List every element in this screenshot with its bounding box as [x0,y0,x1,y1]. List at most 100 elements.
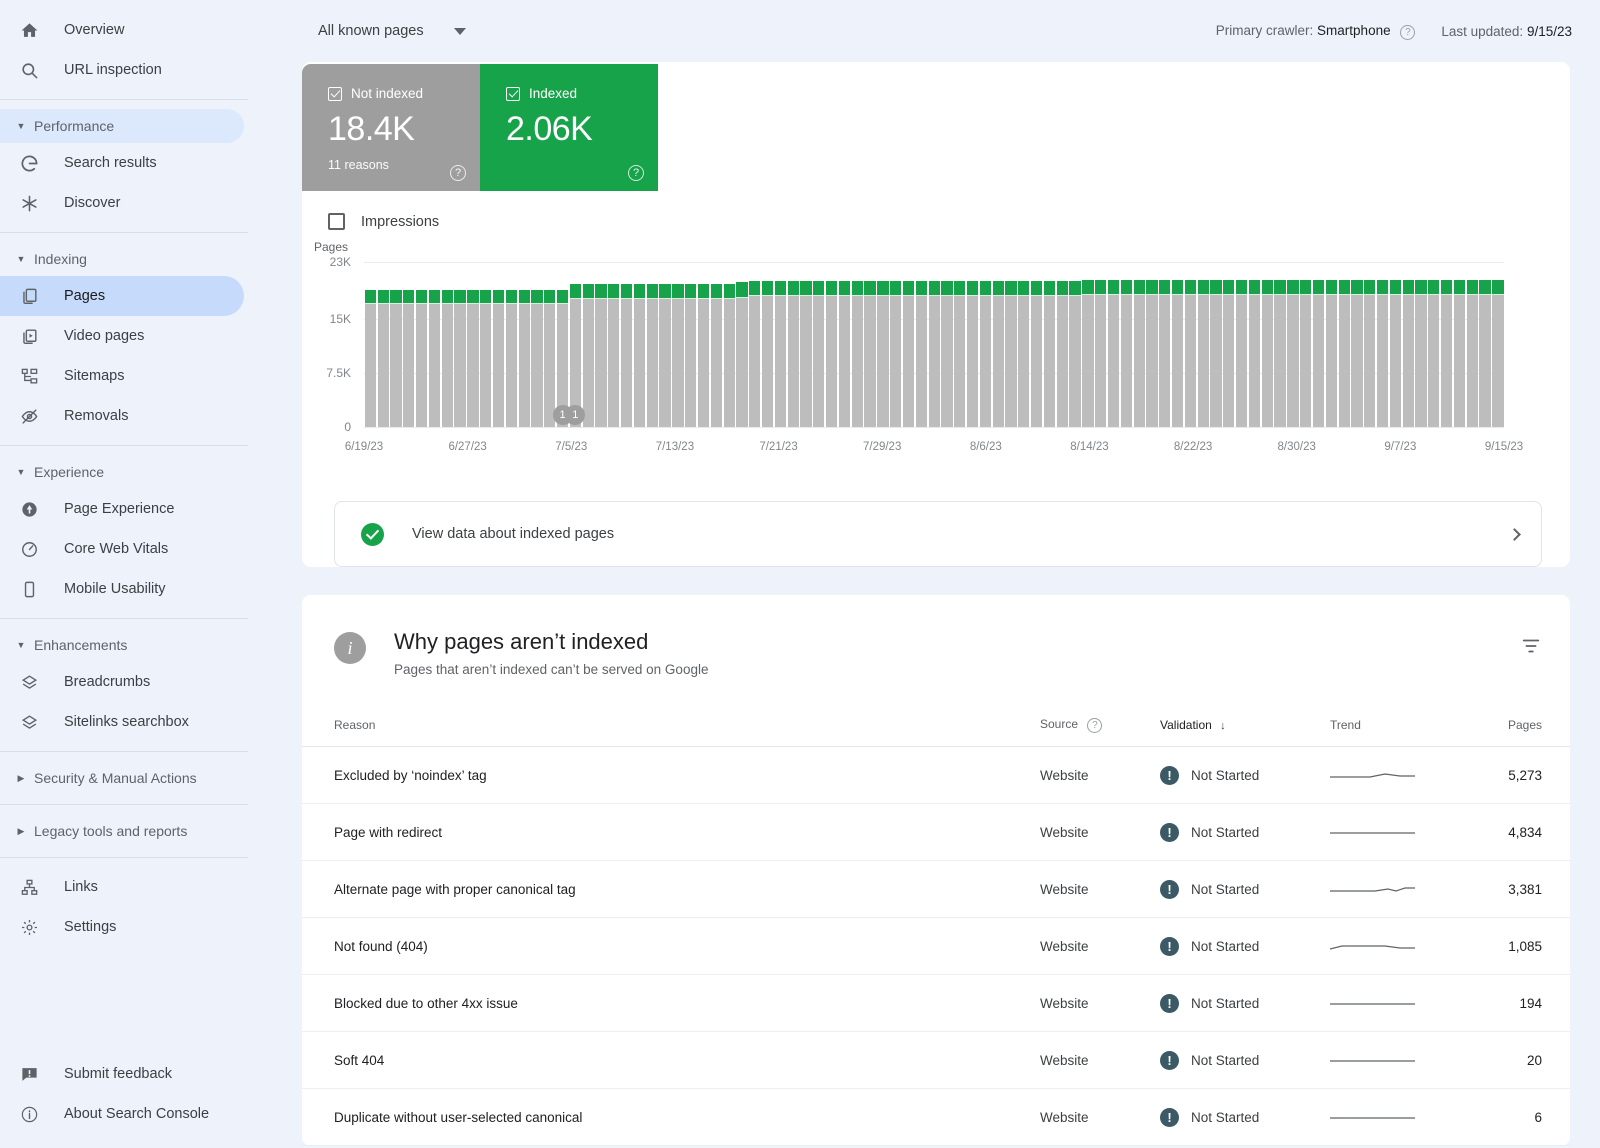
chart-bar[interactable] [1389,262,1402,427]
chart-bar[interactable] [569,262,582,427]
chart-bar[interactable] [659,262,671,427]
cell-reason[interactable]: Soft 404 [302,1031,1040,1089]
chart-bar[interactable] [800,262,812,427]
chart-bar[interactable] [1120,262,1132,427]
sidebar-item-breadcrumbs[interactable]: Breadcrumbs [0,662,244,702]
chart-bar[interactable] [454,262,466,427]
chart-bar[interactable] [1492,262,1504,427]
chart-bar[interactable] [1056,262,1068,427]
sidebar-item-core-web-vitals[interactable]: Core Web Vitals [0,529,244,569]
help-icon[interactable]: ? [628,165,644,181]
chart-bar[interactable] [1197,262,1209,427]
chart-bar[interactable] [774,262,787,427]
sidebar-item-removals[interactable]: Removals [0,396,244,436]
chart-bar[interactable] [992,262,1004,427]
chart-bar[interactable] [761,262,774,427]
chart-bar[interactable] [1441,262,1453,427]
cell-reason[interactable]: Excluded by ‘noindex’ tag [302,746,1040,804]
column-header-trend[interactable]: Trend [1330,707,1460,747]
chart-bar[interactable] [1479,262,1491,427]
checkbox-checked-icon[interactable] [506,86,520,101]
sidebar-group-performance[interactable]: ▼ Performance [0,109,244,143]
page-filter-dropdown[interactable]: All known pages [318,23,466,39]
chart-bar[interactable] [595,262,607,427]
sidebar-item-page-experience[interactable]: Page Experience [0,489,244,529]
chart-bar[interactable] [1248,262,1261,427]
metric-tile-indexed[interactable]: Indexed 2.06K ? [480,64,658,191]
sidebar-item-search-results[interactable]: Search results [0,143,244,183]
column-header-source[interactable]: Source ? [1040,707,1160,747]
sidebar-group-experience[interactable]: ▼ Experience [0,455,244,489]
table-row[interactable]: Blocked due to other 4xx issue Website! No… [302,974,1570,1032]
chart-bar[interactable] [556,262,569,427]
help-icon[interactable]: ? [1400,24,1416,40]
chart-bar[interactable] [1338,262,1350,427]
chart-bar[interactable] [826,262,838,427]
chart-bar[interactable] [1415,262,1427,427]
chart-bar[interactable] [621,262,633,427]
impressions-toggle[interactable]: Impressions [302,191,1570,240]
chart-bar[interactable] [390,262,402,427]
cell-reason[interactable]: Page with redirect [302,803,1040,861]
cell-reason[interactable]: Duplicate without user-selected canonica… [302,1088,1040,1146]
sidebar-group-indexing[interactable]: ▼ Indexing [0,242,244,276]
chart-bar[interactable] [749,262,761,427]
chart-bar[interactable] [787,262,799,427]
chart-bar[interactable] [1287,262,1299,427]
chart-bar[interactable] [1364,262,1376,427]
sidebar-item-settings[interactable]: Settings [0,907,244,947]
cell-reason[interactable]: Blocked due to other 4xx issue [302,974,1040,1032]
chart-bar[interactable] [1210,262,1222,427]
chart-bar[interactable] [1351,262,1363,427]
sidebar-group-legacy-tools[interactable]: ▶ Legacy tools and reports [0,814,244,848]
sidebar-item-overview[interactable]: Overview [0,10,244,50]
sidebar-item-video-pages[interactable]: Video pages [0,316,244,356]
sidebar-item-pages[interactable]: Pages [0,276,244,316]
chart-bar[interactable] [467,262,479,427]
chart-bar[interactable] [416,262,428,427]
chart-bar[interactable] [736,262,748,427]
sidebar-item-links[interactable]: Links [0,867,244,907]
chart-bar[interactable] [672,262,684,427]
chart-bar[interactable] [403,262,415,427]
table-row[interactable]: Not found (404) Website! Not Started 1,085 [302,917,1570,975]
chart-bar[interactable] [1095,262,1107,427]
checkbox-unchecked-icon[interactable] [328,213,345,230]
table-row[interactable]: Page with redirect Website! Not Started 4,8… [302,803,1570,861]
chart-bar[interactable] [1107,262,1120,427]
chart-bar[interactable] [697,262,710,427]
chart-bar[interactable] [710,262,722,427]
chart-bar[interactable] [685,262,697,427]
chart-bar[interactable] [646,262,658,427]
chart-annotation-badge[interactable]: 1 [565,405,586,425]
chart-bar[interactable] [1159,262,1171,427]
chart-bar[interactable] [1133,262,1145,427]
chart-bar[interactable] [966,262,979,427]
table-row[interactable]: Duplicate without user-selected canonica… [302,1088,1570,1146]
chart-bar[interactable] [813,262,825,427]
chart-bar[interactable] [1453,262,1466,427]
chart-bar[interactable] [979,262,992,427]
chart-bar[interactable] [902,262,915,427]
table-row[interactable]: Alternate page with proper canonical tag… [302,860,1570,918]
help-icon[interactable]: ? [1087,718,1103,733]
chart-bar[interactable] [492,262,505,427]
chart-bar[interactable] [1184,262,1197,427]
column-header-pages[interactable]: Pages [1460,707,1570,747]
sidebar-item-about-search-console[interactable]: About Search Console [0,1094,244,1134]
chart-bar[interactable] [890,262,902,427]
view-indexed-pages-row[interactable]: View data about indexed pages [334,501,1542,567]
sidebar-item-submit-feedback[interactable]: Submit feedback [0,1054,244,1094]
chart-bar[interactable] [480,262,492,427]
sidebar-item-discover[interactable]: Discover [0,183,244,223]
chart-bar[interactable] [941,262,953,427]
chart-bar[interactable] [1312,262,1325,427]
tile-sublabel[interactable]: 11 reasons [328,158,462,172]
chart-bar[interactable] [633,262,646,427]
chart-bar[interactable] [723,262,735,427]
chart-bar[interactable] [1236,262,1248,427]
checkbox-checked-icon[interactable] [328,86,342,101]
chart-bar[interactable] [1082,262,1094,427]
chart-bar[interactable] [1069,262,1081,427]
sidebar-item-url-inspection[interactable]: URL inspection [0,50,244,90]
